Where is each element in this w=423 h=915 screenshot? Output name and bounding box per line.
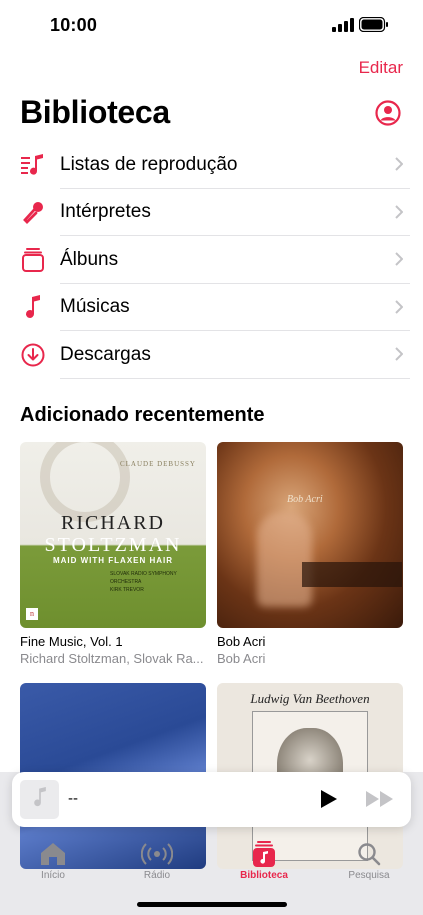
battery-icon [358, 16, 389, 37]
menu-item-label: Músicas [60, 296, 130, 318]
tab-home[interactable]: Início [13, 840, 93, 881]
menu-item-albums[interactable]: Álbuns [20, 236, 410, 284]
music-note-icon [20, 294, 46, 320]
playlist-icon [20, 152, 46, 178]
tab-library[interactable]: Biblioteca [224, 840, 304, 881]
page-title: Biblioteca [20, 94, 170, 130]
forward-button[interactable] [366, 791, 394, 812]
album-artwork: Bob Acri [217, 442, 403, 628]
library-icon [224, 840, 304, 868]
menu-item-label: Intérpretes [60, 201, 151, 223]
music-note-icon [32, 787, 48, 812]
artwork-text: RICHARD [60, 512, 165, 534]
artwork-text: Bob Acri [287, 494, 323, 505]
chevron-right-icon [395, 299, 404, 319]
tab-search[interactable]: Pesquisa [329, 840, 409, 881]
home-indicator[interactable] [137, 902, 287, 907]
menu-item-songs[interactable]: Músicas [20, 284, 410, 331]
chevron-right-icon [395, 252, 404, 271]
download-circle-icon [20, 342, 46, 368]
album-artwork: CLAUDE DEBUSSY RICHARD STOLTZMAN MAID WI… [20, 442, 206, 628]
menu-item-label: Listas de reprodução [60, 153, 238, 175]
artwork-text: CLAUDE DEBUSSY [119, 460, 196, 468]
menu-item-downloads[interactable]: Descargas [20, 331, 410, 379]
tab-label: Pesquisa [348, 870, 390, 881]
menu-item-playlists[interactable]: Listas de reprodução [20, 141, 410, 189]
divider [60, 377, 410, 379]
album-title: Bob Acri [217, 634, 266, 649]
microphone-icon [20, 199, 46, 225]
menu-item-artists[interactable]: Intérpretes [20, 189, 410, 236]
artwork-text: MAID WITH FLAXEN HAIR [52, 556, 174, 565]
tab-label: Biblioteca [240, 870, 288, 881]
artwork-text: Ludwig Van Beethoven [250, 691, 370, 706]
search-icon [329, 840, 409, 868]
mini-player[interactable]: -- [12, 772, 411, 827]
tab-radio[interactable]: Rádio [117, 840, 197, 881]
library-menu: Listas de reprodução Intérpretes Álbuns [20, 141, 410, 379]
chevron-right-icon [395, 204, 404, 224]
album-stack-icon [20, 247, 46, 273]
chevron-right-icon [395, 347, 404, 366]
album-card[interactable]: Bob Acri Bob Acri Bob Acri [217, 442, 403, 666]
tab-label: Rádio [143, 870, 171, 881]
tab-label: Início [41, 870, 65, 881]
play-button[interactable] [320, 789, 338, 814]
album-title: Fine Music, Vol. 1 [20, 634, 123, 649]
edit-button[interactable]: Editar [359, 58, 403, 78]
cellular-signal-icon [332, 18, 354, 37]
status-bar: 10:00 [0, 0, 423, 50]
album-artist: Bob Acri [217, 651, 266, 666]
label-logo: n [26, 608, 38, 620]
mini-player-title: -- [68, 790, 78, 807]
account-icon[interactable] [375, 100, 401, 126]
radio-icon [117, 840, 197, 868]
menu-item-label: Descargas [60, 343, 151, 365]
album-card[interactable]: CLAUDE DEBUSSY RICHARD STOLTZMAN MAID WI… [20, 442, 206, 666]
status-time: 10:00 [50, 15, 98, 35]
chevron-right-icon [395, 157, 404, 176]
artwork-text: STOLTZMAN [44, 534, 182, 556]
home-icon [13, 840, 93, 868]
artwork-text: SLOVAK RADIO SYMPHONY ORCHESTRA KIRK TRE… [110, 571, 177, 593]
album-artist: Richard Stoltzman, Slovak Ra... [20, 651, 204, 666]
mini-player-artwork [20, 780, 59, 819]
menu-item-label: Álbuns [60, 248, 119, 270]
section-title-recently-added: Adicionado recentemente [20, 404, 265, 426]
